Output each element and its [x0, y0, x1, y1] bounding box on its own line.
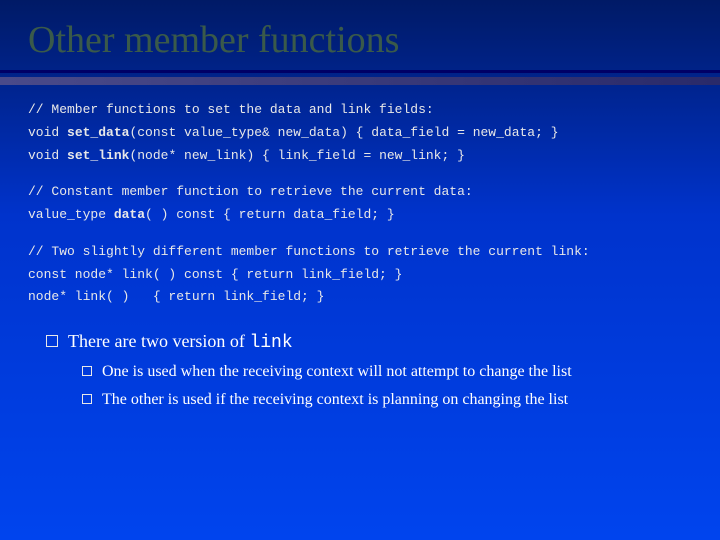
bullet-sub: One is used when the receiving context w… — [82, 361, 682, 383]
code-line: // Member functions to set the data and … — [28, 102, 434, 117]
divider-bar — [0, 77, 720, 85]
code-line: const node* link( ) const { return link_… — [28, 267, 402, 282]
inline-code: link — [249, 333, 292, 353]
code-block-setters: // Member functions to set the data and … — [28, 99, 692, 167]
bullet-list: There are two version of link One is use… — [28, 323, 692, 410]
bullet-main: There are two version of link One is use… — [46, 329, 682, 410]
code-block-link: // Two slightly different member functio… — [28, 241, 692, 309]
divider-line — [0, 70, 720, 73]
bullet-sub: The other is used if the receiving conte… — [82, 389, 682, 411]
code-line: // Constant member function to retrieve … — [28, 184, 473, 199]
code-block-data: // Constant member function to retrieve … — [28, 181, 692, 227]
code-line: node* link( ) { return link_field; } — [28, 289, 324, 304]
slide-content: // Member functions to set the data and … — [0, 99, 720, 410]
slide-title: Other member functions — [0, 0, 720, 70]
code-line: value_type data( ) const { return data_f… — [28, 207, 395, 222]
code-line: void set_data(const value_type& new_data… — [28, 125, 559, 140]
code-line: void set_link(node* new_link) { link_fie… — [28, 148, 465, 163]
code-line: // Two slightly different member functio… — [28, 244, 590, 259]
